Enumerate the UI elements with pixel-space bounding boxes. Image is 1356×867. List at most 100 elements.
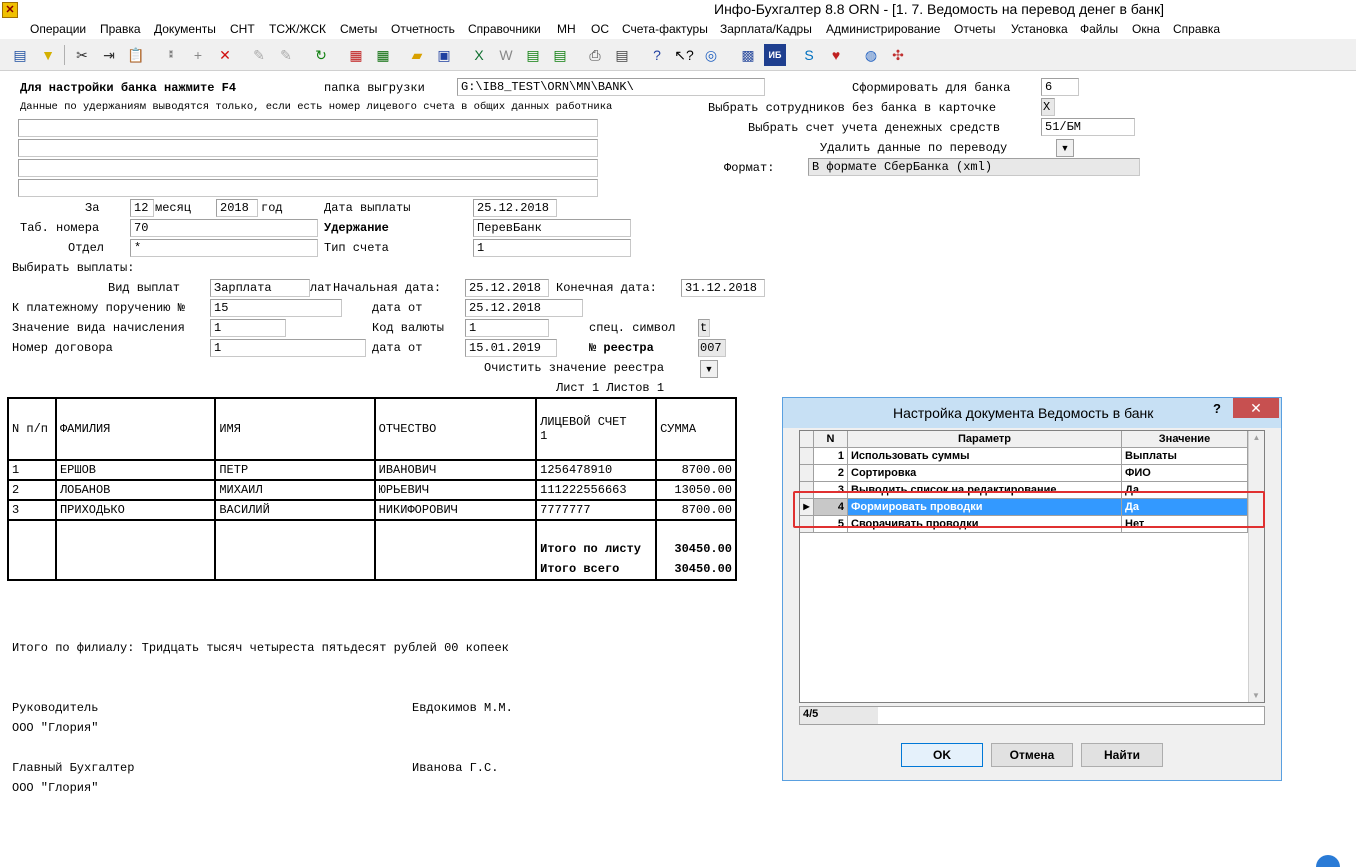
save-icon[interactable]: ▣: [433, 44, 455, 66]
grid-header-n[interactable]: N: [814, 431, 848, 448]
menu-windows[interactable]: Окна: [1132, 22, 1160, 36]
menu-help[interactable]: Справка: [1173, 22, 1220, 36]
calc-field-icon[interactable]: ⁑: [160, 44, 182, 66]
context-help-icon[interactable]: ↖?: [673, 44, 695, 66]
date-from-field[interactable]: 25.12.2018: [465, 299, 583, 317]
text-line-2[interactable]: [18, 139, 598, 157]
menu-reporting[interactable]: Отчетность: [391, 22, 455, 36]
scroll-down-icon[interactable]: ▼: [1249, 691, 1263, 700]
compass-icon[interactable]: ◎: [700, 44, 722, 66]
preview-icon[interactable]: ▤: [611, 44, 633, 66]
special-symbol-field[interactable]: t: [698, 319, 710, 337]
app-module-icon[interactable]: ▩: [737, 44, 759, 66]
month-field[interactable]: 12: [130, 199, 154, 217]
accrual-value-field[interactable]: 1: [210, 319, 286, 337]
cancel-button[interactable]: Отмена: [991, 743, 1073, 767]
menu-admin[interactable]: Администрирование: [826, 22, 940, 36]
help-icon[interactable]: ?: [646, 44, 668, 66]
row-surname: ЛОБАНОВ: [54, 479, 217, 501]
refresh-icon[interactable]: ↻: [310, 44, 332, 66]
currency-code-field[interactable]: 1: [465, 319, 549, 337]
menu-tszh[interactable]: ТСЖ/ЖСК: [269, 22, 326, 36]
dept-field[interactable]: *: [130, 239, 318, 257]
filter-icon[interactable]: ▼: [37, 44, 59, 66]
param-row-name[interactable]: Сортировка: [848, 465, 1122, 482]
head-label: Руководитель: [12, 701, 99, 715]
menu-salary[interactable]: Зарплата/Кадры: [720, 22, 812, 36]
menu-setup[interactable]: Установка: [1011, 22, 1068, 36]
account-type-field[interactable]: 1: [473, 239, 631, 257]
row-indicator: [800, 448, 814, 465]
ok-button[interactable]: OK: [901, 743, 983, 767]
ib-logo-icon[interactable]: ИБ: [764, 44, 786, 66]
menu-invoices[interactable]: Счета-фактуры: [622, 22, 708, 36]
calendar-icon[interactable]: ▦: [345, 44, 367, 66]
cut-icon[interactable]: ✂: [71, 44, 93, 66]
format-field[interactable]: В формате СберБанка (xml): [808, 158, 1140, 176]
dialog-close-button[interactable]: ✕: [1233, 398, 1279, 418]
support-icon[interactable]: ♥: [825, 44, 847, 66]
param-row-value[interactable]: Выплаты: [1122, 448, 1248, 465]
period-label: За: [85, 201, 100, 215]
param-row-n[interactable]: 2: [814, 465, 848, 482]
clear-registry-dropdown[interactable]: ▼: [700, 360, 718, 378]
payment-order-field[interactable]: 15: [210, 299, 342, 317]
insert-row-icon[interactable]: ⇥: [98, 44, 120, 66]
payment-order-label: К платежному поручению №: [12, 301, 185, 315]
date-from2-field[interactable]: 15.01.2019: [465, 339, 557, 357]
grid-scrollbar[interactable]: ▲ ▼: [1248, 431, 1264, 702]
network-icon[interactable]: ✣: [887, 44, 909, 66]
menu-documents[interactable]: Документы: [154, 22, 216, 36]
grid-header-value[interactable]: Значение: [1122, 431, 1248, 448]
word-icon[interactable]: W: [495, 44, 517, 66]
print-icon[interactable]: ⎙: [584, 44, 606, 66]
find-button[interactable]: Найти: [1081, 743, 1163, 767]
menu-os[interactable]: ОС: [591, 22, 609, 36]
menu-snt[interactable]: СНТ: [230, 22, 255, 36]
year-field[interactable]: 2018: [216, 199, 258, 217]
text-line-1[interactable]: [18, 119, 598, 137]
skype-icon[interactable]: S: [798, 44, 820, 66]
list-view-icon[interactable]: ▤: [9, 44, 31, 66]
calculator-icon[interactable]: ▦: [372, 44, 394, 66]
registry-field[interactable]: 007: [698, 339, 726, 357]
menu-reports[interactable]: Отчеты: [954, 22, 995, 36]
text-line-4[interactable]: [18, 179, 598, 197]
menu-files[interactable]: Файлы: [1080, 22, 1118, 36]
delete-transfer-dropdown[interactable]: ▼: [1056, 139, 1074, 157]
menu-operations[interactable]: Операции: [30, 22, 86, 36]
open-folder-icon[interactable]: ▰: [406, 44, 428, 66]
add-icon[interactable]: +: [187, 44, 209, 66]
employees-no-bank-field[interactable]: X: [1041, 98, 1055, 116]
excel-icon[interactable]: X: [468, 44, 490, 66]
contract-field[interactable]: 1: [210, 339, 366, 357]
param-row-n[interactable]: 1: [814, 448, 848, 465]
dialog-help-button[interactable]: ?: [1213, 401, 1221, 416]
pencil-multi-icon[interactable]: ✎: [275, 44, 297, 66]
form-for-bank-field[interactable]: 6: [1041, 78, 1079, 96]
date-from-label: дата от: [372, 301, 423, 315]
withholding-field[interactable]: ПеревБанк: [473, 219, 631, 237]
export-folder-field[interactable]: G:\IB8_TEST\ORN\MN\BANK\: [457, 78, 765, 96]
grid-header-param[interactable]: Параметр: [848, 431, 1122, 448]
end-date-field[interactable]: 31.12.2018: [681, 279, 765, 297]
text-line-3[interactable]: [18, 159, 598, 177]
export-icon[interactable]: ▤: [522, 44, 544, 66]
tab-numbers-field[interactable]: 70: [130, 219, 318, 237]
menu-mn[interactable]: МН: [557, 22, 576, 36]
start-date-field[interactable]: 25.12.2018: [465, 279, 549, 297]
account-field[interactable]: 51/БМ: [1041, 118, 1135, 136]
paste-icon[interactable]: 📋: [125, 44, 147, 66]
globe-icon[interactable]: ◍: [860, 44, 882, 66]
payment-kind-field[interactable]: Зарплата: [210, 279, 310, 297]
param-row-name[interactable]: Использовать суммы: [848, 448, 1122, 465]
delete-icon[interactable]: ✕: [214, 44, 236, 66]
pencil-icon[interactable]: ✎: [248, 44, 270, 66]
menu-directories[interactable]: Справочники: [468, 22, 541, 36]
menu-edit[interactable]: Правка: [100, 22, 141, 36]
menu-estimates[interactable]: Сметы: [340, 22, 377, 36]
scroll-up-icon[interactable]: ▲: [1249, 433, 1264, 442]
param-row-value[interactable]: ФИО: [1122, 465, 1248, 482]
pay-date-field[interactable]: 25.12.2018: [473, 199, 557, 217]
import-icon[interactable]: ▤: [549, 44, 571, 66]
